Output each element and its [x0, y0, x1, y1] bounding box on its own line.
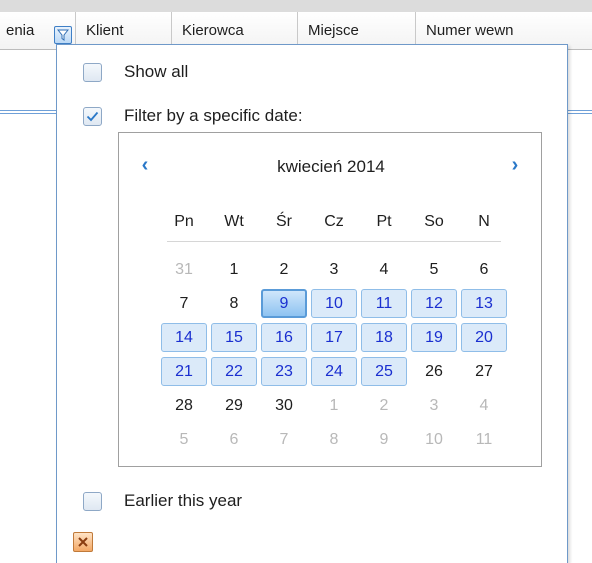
calendar-day[interactable]: 30: [261, 391, 307, 420]
calendar-day[interactable]: 4: [361, 255, 407, 284]
calendar-day[interactable]: 6: [211, 425, 257, 454]
calendar-day[interactable]: 10: [311, 289, 357, 318]
window-top-strip: [0, 0, 592, 12]
calendar-day[interactable]: 1: [211, 255, 257, 284]
calendar-day[interactable]: 10: [411, 425, 457, 454]
grid-row-divider-left: [0, 110, 56, 114]
calendar-day[interactable]: 11: [361, 289, 407, 318]
earlier-this-year-label: Earlier this year: [124, 491, 243, 510]
show-all-label: Show all: [124, 62, 189, 81]
calendar-day[interactable]: 23: [261, 357, 307, 386]
column-filter-button[interactable]: [54, 26, 72, 44]
calendar-day[interactable]: 9: [261, 289, 307, 318]
calendar-day[interactable]: 18: [361, 323, 407, 352]
show-all-checkbox[interactable]: [83, 62, 102, 82]
specific-date-option[interactable]: Filter by a specific date:: [83, 103, 303, 129]
calendar-day[interactable]: 3: [311, 255, 357, 284]
weekday-label: Pt: [376, 213, 392, 230]
calendar-day[interactable]: 13: [461, 289, 507, 318]
close-icon: [78, 537, 88, 547]
calendar-day[interactable]: 7: [261, 425, 307, 454]
earlier-this-year-option[interactable]: Earlier this year: [83, 488, 242, 514]
calendar-day[interactable]: 15: [211, 323, 257, 352]
specific-date-label: Filter by a specific date:: [124, 106, 303, 125]
calendar-day[interactable]: 7: [161, 289, 207, 318]
calendar-day[interactable]: 27: [461, 357, 507, 386]
date-filter-popup: Show all Filter by a specific date: ‹ kw…: [56, 44, 568, 563]
calendar-day[interactable]: 19: [411, 323, 457, 352]
calendar-day[interactable]: 2: [361, 391, 407, 420]
calendar-day[interactable]: 8: [311, 425, 357, 454]
calendar-day[interactable]: 29: [211, 391, 257, 420]
calendar-day[interactable]: 28: [161, 391, 207, 420]
calendar-day[interactable]: 24: [311, 357, 357, 386]
grid-row-divider-right: [566, 110, 592, 114]
calendar-day[interactable]: 11: [461, 425, 507, 454]
weekday-label: Wt: [224, 213, 244, 230]
calendar-day[interactable]: 4: [461, 391, 507, 420]
calendar-day[interactable]: 26: [411, 357, 457, 386]
calendar-day[interactable]: 9: [361, 425, 407, 454]
weekday-label: Cz: [324, 213, 344, 230]
calendar-day[interactable]: 21: [161, 357, 207, 386]
calendar-day[interactable]: 22: [211, 357, 257, 386]
calendar-day[interactable]: 17: [311, 323, 357, 352]
calendar-day[interactable]: 20: [461, 323, 507, 352]
calendar-month-title[interactable]: kwiecień 2014: [119, 157, 543, 177]
weekday-label: N: [478, 213, 490, 230]
chevron-right-icon[interactable]: ›: [503, 153, 527, 177]
calendar-day[interactable]: 5: [411, 255, 457, 284]
show-all-option[interactable]: Show all: [83, 59, 188, 85]
calendar-day[interactable]: 31: [161, 255, 207, 284]
calendar-day[interactable]: 6: [461, 255, 507, 284]
calendar-day[interactable]: 14: [161, 323, 207, 352]
specific-date-checkbox[interactable]: [83, 106, 102, 126]
clear-filter-button[interactable]: [73, 532, 93, 552]
checkmark-icon: [86, 111, 99, 121]
calendar-day[interactable]: 2: [261, 255, 307, 284]
calendar-day[interactable]: 5: [161, 425, 207, 454]
earlier-this-year-checkbox[interactable]: [83, 491, 102, 511]
calendar-day[interactable]: 25: [361, 357, 407, 386]
calendar-widget: ‹ kwiecień 2014 › Pn Wt Śr Cz Pt So N 31…: [118, 132, 542, 467]
calendar-day[interactable]: 8: [211, 289, 257, 318]
weekday-divider: [167, 241, 501, 242]
weekday-header-row: Pn Wt Śr Cz Pt So N: [159, 213, 509, 231]
calendar-day[interactable]: 16: [261, 323, 307, 352]
funnel-filter-icon: [57, 29, 69, 41]
calendar-day[interactable]: 3: [411, 391, 457, 420]
weekday-label: So: [424, 213, 444, 230]
weekday-label: Pn: [174, 213, 194, 230]
weekday-label: Śr: [276, 213, 292, 230]
calendar-day[interactable]: 12: [411, 289, 457, 318]
calendar-day[interactable]: 1: [311, 391, 357, 420]
